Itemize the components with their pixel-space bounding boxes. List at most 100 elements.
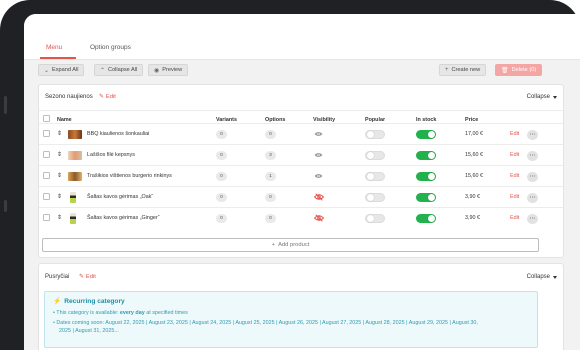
tab-menu[interactable]: Menu xyxy=(46,44,62,51)
trash-icon: 🗑 xyxy=(501,67,509,74)
add-product-button[interactable]: + Add product xyxy=(42,238,539,252)
chevron-up-icon: ⌃ xyxy=(100,67,106,74)
availability-bold: every day xyxy=(119,310,145,316)
drag-handle-icon[interactable]: ⇕ xyxy=(57,214,62,221)
create-new-button[interactable]: + Create new xyxy=(439,64,487,76)
product-thumbnail xyxy=(68,151,82,160)
row-checkbox[interactable] xyxy=(43,151,50,158)
lightning-icon: ⚡ xyxy=(53,298,62,305)
collapse-all-label: Collapse All xyxy=(108,67,138,73)
plus-icon: + xyxy=(445,67,449,73)
more-options-icon[interactable]: ⋯ xyxy=(527,193,538,203)
preview-button[interactable]: ◉ Preview xyxy=(148,64,189,76)
row-edit-link[interactable]: Edit xyxy=(510,173,519,179)
product-price: 3,90 € xyxy=(465,215,480,221)
pencil-icon: ✎ xyxy=(99,94,104,100)
more-options-icon[interactable]: ⋯ xyxy=(527,130,538,140)
tablet-frame: Menu Option groups ⌄ Expand All ⌃ Collap… xyxy=(0,0,580,350)
chevron-down-icon: ⌄ xyxy=(44,67,50,74)
category-edit-link[interactable]: ✎ Edit xyxy=(79,274,96,280)
delete-button[interactable]: 🗑 Delete (0) xyxy=(495,64,543,76)
options-count: 0 xyxy=(265,130,276,139)
options-count: 0 xyxy=(265,193,276,202)
availability-suffix: at specified times xyxy=(144,310,188,316)
select-all-checkbox[interactable] xyxy=(43,115,50,122)
category-collapse-button[interactable]: Collapse xyxy=(527,274,557,280)
create-new-label: Create new xyxy=(451,67,481,73)
variants-count: 0 xyxy=(216,214,227,223)
collapse-all-button[interactable]: ⌃ Collapse All xyxy=(94,64,144,76)
in-stock-toggle[interactable] xyxy=(416,172,436,181)
more-options-icon[interactable]: ⋯ xyxy=(527,214,538,224)
collapse-label: Collapse xyxy=(526,94,550,100)
eye-icon[interactable] xyxy=(314,173,323,179)
category-title: Sezono naujienos xyxy=(45,94,93,100)
popular-toggle[interactable] xyxy=(365,151,385,160)
variants-count: 0 xyxy=(216,172,227,181)
preview-label: Preview xyxy=(162,67,183,73)
product-name[interactable]: Lašišos filė kepsnys xyxy=(87,152,135,158)
more-options-icon[interactable]: ⋯ xyxy=(527,172,538,182)
tablet-side-button xyxy=(4,96,7,114)
eye-icon[interactable] xyxy=(314,131,323,137)
product-name[interactable]: Šaltas kavos gėrimas „Ginger“ xyxy=(87,215,160,221)
dates-text-1: Dates coming soon: August 22, 2025 | Aug… xyxy=(56,320,478,326)
recurring-category-notice: ⚡ Recurring category • This category is … xyxy=(44,291,538,348)
product-name[interactable]: Trašikios vištienos burgerio rinkinys xyxy=(87,173,172,179)
in-stock-toggle[interactable] xyxy=(416,151,436,160)
drag-handle-icon[interactable]: ⇕ xyxy=(57,130,62,137)
category-edit-link[interactable]: ✎ Edit xyxy=(99,94,116,100)
availability-prefix: This category is available: xyxy=(56,310,120,316)
product-name[interactable]: BBQ kiaulienos šonkauliai xyxy=(87,131,149,137)
expand-all-label: Expand All xyxy=(52,67,79,73)
drag-handle-icon[interactable]: ⇕ xyxy=(57,151,62,158)
variants-count: 0 xyxy=(216,193,227,202)
eye-icon: ◉ xyxy=(154,67,160,74)
row-checkbox[interactable] xyxy=(43,130,50,137)
dates-line: • Dates coming soon: August 22, 2025 | A… xyxy=(53,320,478,326)
more-options-icon[interactable]: ⋯ xyxy=(527,151,538,161)
availability-line: • This category is available: every day … xyxy=(53,310,188,316)
expand-all-button[interactable]: ⌄ Expand All xyxy=(38,64,85,76)
tab-option-groups[interactable]: Option groups xyxy=(90,44,131,51)
category-title: Pusryčiai xyxy=(45,274,70,280)
product-name[interactable]: Šaltas kavos gėrimas „Oak“ xyxy=(87,194,153,200)
dates-line-continued: 2025 | August 31, 2025... xyxy=(59,327,119,335)
category-collapse-button[interactable]: Collapse xyxy=(527,94,557,100)
pencil-icon: ✎ xyxy=(79,274,84,280)
in-stock-toggle[interactable] xyxy=(416,130,436,139)
in-stock-toggle[interactable] xyxy=(416,193,436,202)
active-tab-indicator xyxy=(40,57,76,59)
in-stock-toggle[interactable] xyxy=(416,214,436,223)
divider xyxy=(39,110,563,111)
add-product-label: Add product xyxy=(278,242,310,248)
variants-count: 0 xyxy=(216,151,227,160)
row-checkbox[interactable] xyxy=(43,193,50,200)
eye-slash-icon[interactable] xyxy=(314,214,324,222)
product-price: 3,90 € xyxy=(465,194,480,200)
plus-icon: + xyxy=(271,242,276,248)
eye-slash-icon[interactable] xyxy=(314,193,324,201)
options-count: 0 xyxy=(265,214,276,223)
row-edit-link[interactable]: Edit xyxy=(510,194,519,200)
row-checkbox[interactable] xyxy=(43,214,50,221)
tablet-side-button xyxy=(4,200,7,212)
popular-toggle[interactable] xyxy=(365,214,385,223)
row-edit-link[interactable]: Edit xyxy=(510,152,519,158)
row-edit-link[interactable]: Edit xyxy=(510,131,519,137)
popular-toggle[interactable] xyxy=(365,172,385,181)
drag-handle-icon[interactable]: ⇕ xyxy=(57,172,62,179)
row-edit-link[interactable]: Edit xyxy=(510,215,519,221)
caret-down-icon xyxy=(553,95,557,99)
dates-text-2: 2025 | August 31, 2025... xyxy=(59,328,119,334)
category-edit-label: Edit xyxy=(105,94,116,100)
popular-toggle[interactable] xyxy=(365,193,385,202)
recurring-title-text: Recurring category xyxy=(64,297,125,305)
eye-icon[interactable] xyxy=(314,152,323,158)
options-count: 1 xyxy=(265,172,276,181)
row-checkbox[interactable] xyxy=(43,172,50,179)
product-thumbnail xyxy=(68,130,82,139)
popular-toggle[interactable] xyxy=(365,130,385,139)
drag-handle-icon[interactable]: ⇕ xyxy=(57,193,62,200)
product-price: 15,60 € xyxy=(465,152,483,158)
